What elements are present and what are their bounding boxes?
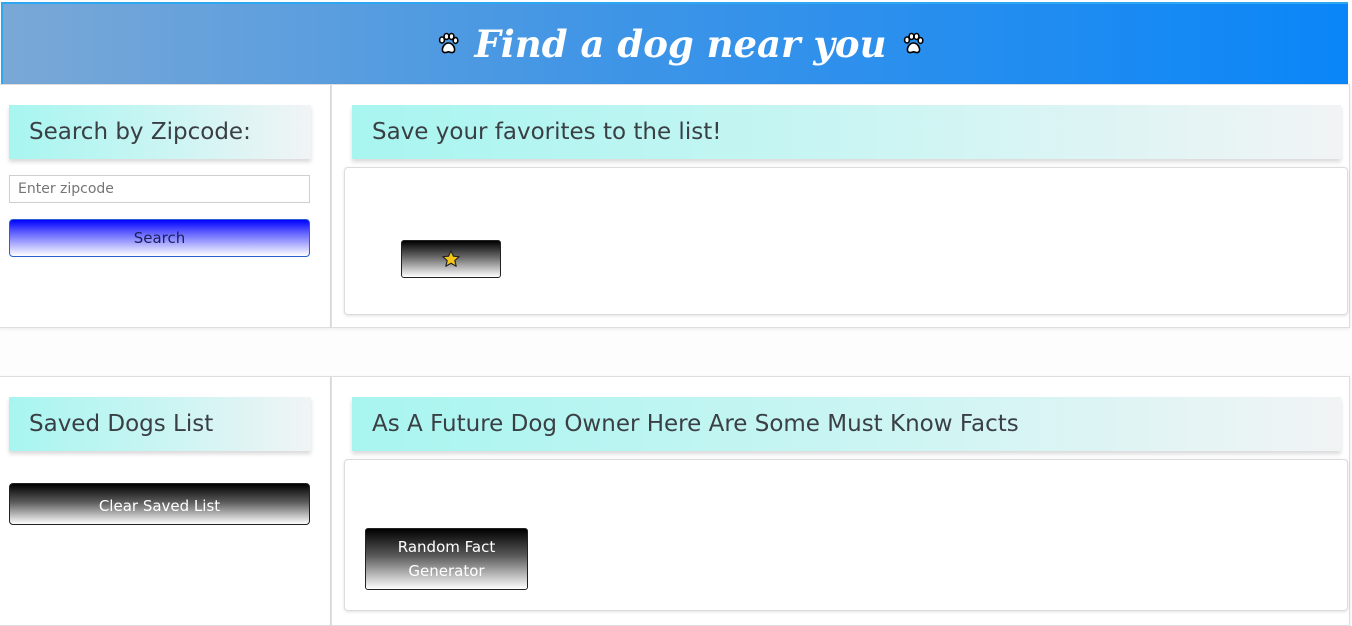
paw-icon xyxy=(903,32,924,54)
clear-saved-list-button[interactable]: Clear Saved List xyxy=(9,483,310,525)
search-button[interactable]: Search xyxy=(9,219,310,257)
fact-button-label: Random Fact Generator xyxy=(397,538,496,580)
facts-heading-text: As A Future Dog Owner Here Are Some Must… xyxy=(372,411,1019,437)
search-heading-text: Search by Zipcode: xyxy=(29,119,251,145)
saved-heading: Saved Dogs List xyxy=(9,397,311,451)
zipcode-input[interactable] xyxy=(9,175,310,203)
facts-heading: As A Future Dog Owner Here Are Some Must… xyxy=(352,397,1341,451)
saved-heading-text: Saved Dogs List xyxy=(29,411,214,437)
favorite-star-button[interactable] xyxy=(401,240,501,278)
star-icon xyxy=(442,250,460,267)
random-fact-button[interactable]: Random Fact Generator xyxy=(365,528,528,590)
search-heading: Search by Zipcode: xyxy=(9,105,311,159)
clear-button-label: Clear Saved List xyxy=(98,497,221,515)
page-banner: Find a dog near you xyxy=(1,2,1348,84)
paw-icon xyxy=(439,32,460,54)
search-button-label: Search xyxy=(133,229,186,247)
favorites-heading-text: Save your favorites to the list! xyxy=(372,119,722,145)
banner-title: Find a dog near you xyxy=(474,22,887,66)
banner-title-wrap: Find a dog near you xyxy=(436,22,924,66)
favorites-heading: Save your favorites to the list! xyxy=(352,105,1341,159)
